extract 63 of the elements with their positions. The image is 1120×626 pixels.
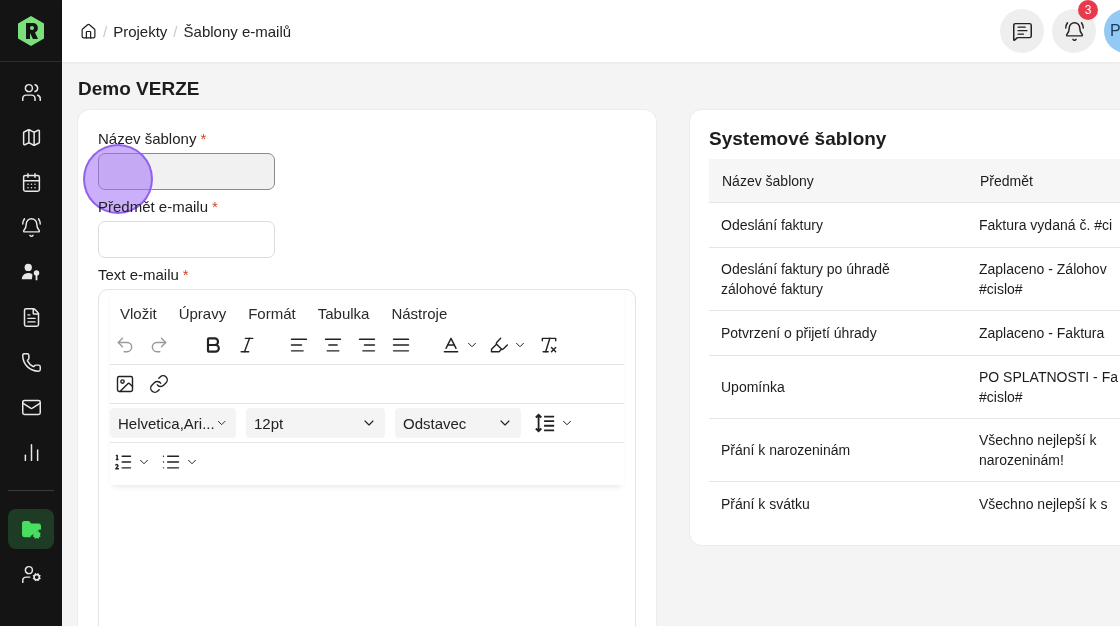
phone-icon	[20, 351, 42, 373]
column-header: Předmět	[967, 159, 1120, 203]
table-cell: Potvrzení o přijetí úhrady	[709, 310, 967, 356]
table-cell: Všechno nejlepší k s	[967, 481, 1120, 526]
field-label: Název šablony *	[98, 130, 208, 147]
bell-icon	[20, 216, 42, 238]
align-left-icon	[289, 335, 309, 355]
messages-button[interactable]	[1000, 9, 1044, 53]
page-title: Demo VERZE	[78, 78, 201, 100]
breadcrumb-separator: /	[103, 22, 108, 40]
breadcrumb-link[interactable]: Šablony e-mailů	[183, 22, 292, 40]
menu-item[interactable]: Tabulka	[309, 302, 378, 324]
table-cell: PO SPLATNOSTI - Fa #cislo#	[967, 355, 1120, 419]
users-icon	[20, 81, 42, 103]
align-center-icon	[323, 335, 343, 355]
folder-gear-icon	[20, 518, 42, 540]
calendar-icon	[20, 171, 42, 193]
numbered-list-icon	[113, 452, 133, 472]
sidebar-item[interactable]	[8, 509, 54, 549]
logo-icon	[16, 14, 46, 47]
font-select[interactable]: Helvetica,Ari...	[110, 408, 236, 438]
size-select[interactable]: 12pt	[246, 408, 385, 438]
bell-icon	[1063, 20, 1085, 42]
input-field[interactable]	[98, 153, 275, 190]
table-cell: Odeslání faktury	[709, 202, 967, 248]
justify-icon	[391, 335, 411, 355]
breadcrumb-link[interactable]: Projekty	[113, 22, 168, 40]
table-cell: Všechno nejlepší k narozeninám!	[967, 418, 1120, 482]
align-right-icon	[357, 335, 377, 355]
text-color-icon	[441, 335, 461, 355]
menu-item[interactable]: Vložit	[112, 302, 165, 324]
breadcrumb-separator: /	[173, 22, 178, 40]
text-editor[interactable]: Vložit Úpravy Formát Tabulka Nástroje Helvetica,Ari... 12pt Odstavec	[98, 289, 636, 626]
menu-item[interactable]: Formát	[240, 302, 304, 324]
message-icon	[1011, 20, 1033, 42]
table-cell: Zaplaceno - Faktura	[967, 310, 1120, 356]
block-select[interactable]: Odstavec	[395, 408, 521, 438]
line-height-icon	[534, 412, 556, 434]
table-cell: Odeslání faktury po úhradě zálohové faktury	[709, 247, 967, 311]
field-label: Text e-mailu *	[98, 266, 190, 283]
link-icon	[149, 374, 169, 394]
field-label: Předmět e-mailu *	[98, 198, 219, 215]
home-icon	[80, 22, 97, 40]
user-key-icon	[20, 261, 42, 283]
undo-icon	[115, 335, 135, 355]
column-header: Název šablony	[709, 159, 967, 203]
table-cell: Zaplaceno - Zálohov #cislo#	[967, 247, 1120, 311]
table-cell: Upomínka	[709, 355, 967, 419]
notification-count: 3	[1078, 0, 1098, 20]
table-cell: Faktura vydaná č. #ci	[967, 202, 1120, 248]
map-icon	[20, 126, 42, 148]
bullet-list-icon	[161, 452, 181, 472]
clear-format-icon	[539, 335, 559, 355]
user-avatar[interactable]: P	[1104, 9, 1120, 53]
table-cell: Přání k narozeninám	[709, 418, 967, 482]
redo-icon	[149, 335, 169, 355]
user-gear-icon	[20, 563, 42, 585]
image-icon	[115, 374, 135, 394]
card-title: Systemové šablony	[709, 128, 888, 150]
table-cell: Přání k svátku	[709, 481, 967, 526]
highlighter-icon	[489, 335, 509, 355]
menu-item[interactable]: Nástroje	[383, 302, 456, 324]
menu-item[interactable]: Úpravy	[170, 302, 235, 324]
